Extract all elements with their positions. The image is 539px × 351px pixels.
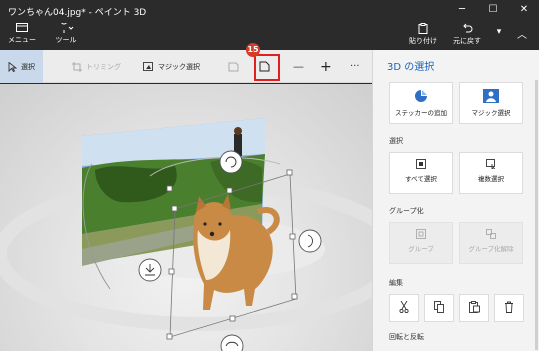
close-button[interactable]: ✕ [509, 0, 539, 20]
selection-toolbar: 選択 トリミング マジック選択 — + ··· [0, 50, 372, 83]
add-sticker-label: ステッカーの追加 [395, 109, 447, 117]
canvas-area[interactable] [0, 84, 372, 351]
sticker-toggle[interactable] [228, 50, 239, 83]
handle-top-left[interactable] [171, 205, 178, 212]
add-sticker-button[interactable]: ステッカーの追加 [389, 82, 453, 124]
magic-select-label: マジック選択 [158, 62, 200, 71]
highlight-frame [254, 54, 280, 81]
magic-select-tool[interactable]: マジック選択 [143, 50, 200, 83]
menu-icon [16, 23, 28, 32]
rotate-x-handle[interactable] [220, 334, 244, 351]
panel-magic-select-label: マジック選択 [471, 109, 511, 117]
maximize-button[interactable]: ☐ [478, 0, 508, 20]
menu-button[interactable]: メニュー [8, 23, 36, 49]
handle-bottom-right[interactable] [291, 293, 298, 300]
edit-section-label: 編集 [389, 279, 403, 287]
select-tool[interactable]: 選択 [0, 50, 43, 83]
zoom-out-button[interactable]: — [293, 50, 304, 83]
delete-button[interactable] [494, 294, 524, 322]
paste-icon [418, 23, 428, 34]
trim-icon [72, 61, 82, 72]
copy-button[interactable] [424, 294, 454, 322]
ungroup-button[interactable]: グループ化解除 [459, 222, 523, 264]
magic-select-icon [143, 61, 153, 71]
handle-right[interactable] [289, 233, 296, 240]
magic-select-panel-icon [483, 89, 499, 103]
depth-handle[interactable] [138, 258, 162, 282]
tools-icon [61, 23, 74, 33]
trim-tool[interactable]: トリミング [72, 50, 121, 83]
sticker-add-icon [415, 90, 427, 102]
group-label: グループ [408, 245, 434, 253]
ungroup-icon [486, 229, 496, 239]
cut-button[interactable] [389, 294, 419, 322]
rotate-y-handle[interactable] [298, 229, 322, 253]
step-badge: 15 [246, 43, 260, 57]
window-title: ワンちゃん04.jpg* - ペイント 3D [8, 8, 147, 18]
handle-bottom[interactable] [229, 315, 236, 322]
undo-label: 元に戻す [453, 37, 481, 45]
select-label: 選択 [21, 62, 35, 71]
group-button[interactable]: グループ [389, 222, 453, 264]
tools-button[interactable]: ツール [52, 23, 80, 49]
panel-scrollbar[interactable] [535, 80, 538, 350]
ungroup-label: グループ化解除 [468, 245, 514, 253]
ribbon: メニュー ツール 貼り付け 元に戻す ▾ ︿ [0, 22, 539, 50]
title-bar: ワンちゃん04.jpg* - ペイント 3D ─ ☐ ✕ [0, 0, 539, 22]
sticker-icon [228, 62, 239, 71]
cut-icon [399, 301, 409, 313]
handle-left[interactable] [168, 268, 175, 275]
select-section-label: 選択 [389, 137, 403, 145]
paste-button[interactable]: 貼り付け [406, 23, 440, 49]
tools-label: ツール [55, 36, 77, 44]
select-all-label: すべて選択 [405, 175, 437, 183]
handle-bottom-left[interactable] [166, 333, 173, 340]
panel-magic-select-button[interactable]: マジック選択 [459, 82, 523, 124]
panel-title: 3D の選択 [387, 62, 435, 73]
rotate-section-label: 回転と反転 [389, 333, 424, 341]
side-panel: 3D の選択 ステッカーの追加 マジック選択 選択 すべて選択 複数選択 グルー… [372, 50, 539, 351]
select-all-button[interactable]: すべて選択 [389, 152, 453, 194]
minimize-button[interactable]: ─ [447, 0, 477, 20]
copy-icon [433, 301, 444, 313]
menu-label: メニュー [8, 36, 36, 44]
paste-small-button[interactable] [459, 294, 489, 322]
paste-label: 貼り付け [409, 37, 437, 45]
handle-photo-corner[interactable] [166, 185, 173, 192]
select-all-icon [416, 159, 426, 169]
delete-icon [505, 301, 513, 313]
handle-top[interactable] [226, 187, 233, 194]
multi-select-icon [485, 159, 495, 169]
undo-button[interactable]: 元に戻す [450, 23, 484, 49]
zoom-in-button[interactable]: + [320, 50, 332, 83]
multi-select-label: 複数選択 [478, 175, 504, 183]
undo-icon [463, 23, 473, 33]
more-options-button[interactable]: ··· [350, 50, 360, 83]
collapse-ribbon-button[interactable]: ︿ [514, 26, 530, 52]
group-section-label: グループ化 [389, 207, 424, 215]
group-icon [416, 229, 426, 239]
multi-select-button[interactable]: 複数選択 [459, 152, 523, 194]
handle-top-right[interactable] [286, 169, 293, 176]
paste-small-icon [468, 301, 480, 313]
trim-label: トリミング [86, 62, 121, 71]
scene-svg [0, 118, 372, 351]
select-icon [8, 61, 17, 72]
rotate-z-handle[interactable] [219, 150, 243, 174]
